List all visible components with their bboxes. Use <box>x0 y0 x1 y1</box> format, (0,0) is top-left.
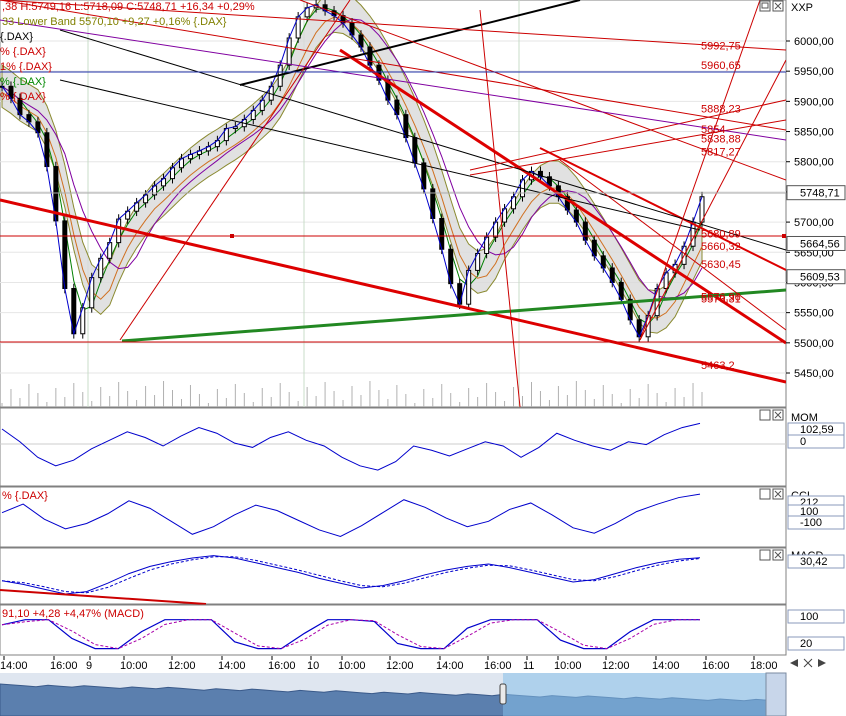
time-tick-label: 11 <box>523 660 534 672</box>
level-label: 5992,75 <box>701 40 741 52</box>
level-label: 5630,45 <box>701 259 741 271</box>
time-tick-label: 14:00 <box>0 660 28 672</box>
cci-labels: 212100-100 <box>787 495 845 530</box>
level-label: 5888,23 <box>701 103 741 115</box>
legend-partial: % {.DAX} <box>0 46 46 58</box>
y-tick-label: 5500,00 <box>794 338 834 350</box>
time-tick-label: 16:00 <box>702 660 730 672</box>
cci-header: % {.DAX} <box>2 490 48 502</box>
price-readout: ,38 H:5749,16 L:5718,09 C:5748,71 +16,34… <box>2 1 255 13</box>
level-label: 5463,2 <box>701 360 735 372</box>
indicator-label: 30,42 <box>800 556 828 568</box>
macd-labels: 30,42 <box>787 554 845 569</box>
navigator-end-handle[interactable] <box>765 672 787 716</box>
y-tick-label: 5550,00 <box>794 308 834 320</box>
price-badge-label: 5664,56 <box>800 238 840 250</box>
time-axis-controls[interactable] <box>790 658 826 668</box>
mom-labels: 102,590 <box>787 422 845 449</box>
indicator-label: 102,59 <box>800 424 834 436</box>
restore-window-icon[interactable] <box>759 409 771 421</box>
price-y-axis: 6000,005950,005900,005850,005800,005750,… <box>786 36 834 380</box>
y-tick-label: 5850,00 <box>794 127 834 139</box>
scroll-left-icon[interactable] <box>790 659 798 667</box>
scroll-right-icon[interactable] <box>818 659 826 667</box>
level-label: 5660,32 <box>701 241 741 253</box>
indicator-label: 20 <box>800 638 812 650</box>
indicator-label: 100 <box>800 611 818 623</box>
mom-plot-area <box>0 407 787 487</box>
cci-panel: % {.DAX} CCI 212100-100 <box>0 486 845 548</box>
time-tick-label: 12:00 <box>386 660 414 672</box>
y-tick-label: 5900,00 <box>794 96 834 108</box>
navigator-selection[interactable] <box>503 673 766 716</box>
cci-plot-area <box>0 486 787 548</box>
panel-tag-main: XXP <box>791 2 813 14</box>
time-tick-label: 16:00 <box>50 660 78 672</box>
level-label: 5960,65 <box>701 60 741 72</box>
price-badge-label: 5609,53 <box>800 272 840 284</box>
time-tick-label: 10:00 <box>554 660 582 672</box>
indicator-label-box <box>787 434 845 449</box>
navigator-handle[interactable] <box>499 683 507 705</box>
time-tick-label: 12:00 <box>602 660 630 672</box>
y-tick-label: 5800,00 <box>794 157 834 169</box>
time-axis: 14:00 16:00 9 10:00 12:00 14:00 16:00 10 10:00 12… <box>0 656 826 672</box>
time-tick-label: 18:00 <box>750 660 778 672</box>
panel-tag-mom: MOM <box>791 412 818 424</box>
time-tick-label: 16:00 <box>268 660 296 672</box>
restore-window-icon[interactable] <box>759 488 771 500</box>
level-label: 5838,88 <box>701 133 741 145</box>
macd-panel: MACD 30,42 <box>0 547 845 605</box>
stoch-header: 91,10 +4,28 +4,47% (MACD) <box>2 608 144 620</box>
legend-partial: % {.DAX} <box>0 91 46 103</box>
indicator-label-box <box>787 636 845 651</box>
chart-window: 5992,75 5960,65 5888,23 5854 5838,88 5817,27 5… <box>0 0 846 716</box>
y-tick-label: 5450,00 <box>794 368 834 380</box>
legend-partial: 1% {.DAX} <box>0 61 52 73</box>
time-tick-label: 14:00 <box>218 660 246 672</box>
time-tick-label: 9 <box>86 660 92 672</box>
mom-panel: MOM 102,590 <box>0 407 845 487</box>
time-tick-label: 10 <box>307 660 319 672</box>
legend-partial: % {.DAX} <box>0 76 46 88</box>
stoch-labels: 100 20 <box>787 609 845 651</box>
macd-plot-area <box>0 547 787 605</box>
navigator[interactable] <box>0 672 787 716</box>
legend-partial: {.DAX} <box>0 31 33 43</box>
y-tick-label: 6000,00 <box>794 36 834 48</box>
time-tick-label: 16:00 <box>484 660 512 672</box>
chart-canvas: 5992,755960,655888,2358545838,885817,275… <box>0 0 846 716</box>
level-handle-right[interactable] <box>782 234 786 238</box>
time-tick-label: 10:00 <box>120 660 148 672</box>
restore-window-icon[interactable] <box>759 549 771 561</box>
price-badges: 5748,71 5664,56 5609,53 <box>786 185 846 285</box>
stoch-panel: 91,10 +4,28 +4,47% (MACD) 100 20 <box>0 604 845 656</box>
time-tick-label: 10:00 <box>338 660 366 672</box>
level-label: 5680,89 <box>701 229 741 241</box>
level-handle-left[interactable] <box>230 234 234 238</box>
y-tick-label: 5700,00 <box>794 217 834 229</box>
zoom-icon[interactable] <box>803 658 813 668</box>
indicator-label: -100 <box>800 517 822 529</box>
time-tick-label: 14:00 <box>652 660 680 672</box>
y-tick-label: 5950,00 <box>794 66 834 78</box>
bollinger-readout: 33 Lower Band 5570,10 +9,27 +0,16% {.DAX… <box>2 16 227 28</box>
time-tick-label: 12:00 <box>168 660 196 672</box>
price-badge-label: 5748,71 <box>800 188 840 200</box>
time-tick-label: 14:00 <box>436 660 464 672</box>
indicator-label: 0 <box>800 436 806 448</box>
level-label: 5817,27 <box>701 146 741 158</box>
level-label: 5576,96 <box>701 291 741 303</box>
